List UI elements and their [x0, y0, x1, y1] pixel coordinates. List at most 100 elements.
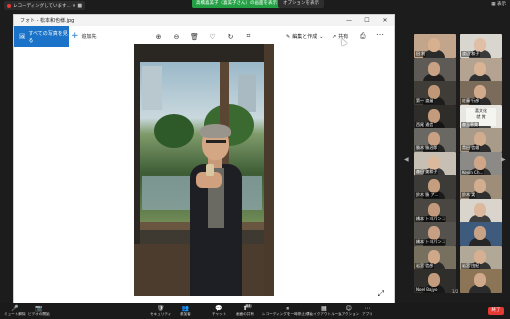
zoom-screen: レコーディングしています... ⏸ ■ 高橋喜美子（喜美子さん）の画面を表示して…	[0, 0, 510, 319]
more-icon[interactable]: ⋯	[376, 30, 384, 39]
person-glasses	[206, 140, 226, 143]
tree	[154, 114, 194, 148]
participant-name: Noel Bajyo	[415, 287, 439, 292]
participant-face	[428, 85, 440, 99]
shield-control[interactable]: 🛡 セキュリティ	[150, 305, 171, 317]
participant-tile[interactable]: 第一 渡邉	[414, 81, 456, 105]
reaction-icon: 😊	[345, 305, 352, 312]
participant-tile[interactable]	[460, 57, 502, 82]
edit-create-label: 編集と作成	[292, 34, 318, 40]
participant-name: 佐藤 行彦	[461, 98, 481, 104]
grid-icon: ▦	[491, 2, 496, 7]
participant-tile[interactable]: 岩宮 由紀	[460, 245, 502, 270]
end-meeting-button[interactable]: 終了	[488, 307, 504, 315]
breakout-icon: ▦	[321, 305, 327, 312]
participant-name: 橋本 トヨパン...	[415, 215, 447, 222]
participant-face	[428, 61, 440, 76]
video-icon: 📷	[35, 305, 43, 312]
minimize-button[interactable]: —	[340, 15, 358, 26]
participant-face	[428, 273, 440, 287]
rotate-icon[interactable]: ↻	[226, 32, 235, 41]
participant-tile[interactable]: 森田 美和子	[414, 151, 456, 176]
participant-name: 勝木 勝治郎	[415, 145, 439, 151]
participant-name: 田 利	[415, 51, 427, 57]
add-to-button[interactable]: + 追加先	[71, 26, 97, 47]
gallery-next-icon[interactable]: ▶	[501, 156, 506, 163]
control-label: リアクション	[338, 312, 360, 316]
close-button[interactable]: ✕	[376, 15, 394, 26]
photos-window: フォト - 松本和也様.jpg — ☐ ✕ 🖼 すべての写真を見る + 追加先 …	[13, 14, 395, 305]
participant-tile[interactable]	[460, 222, 502, 246]
fullscreen-icon[interactable]: ⤢	[378, 289, 384, 299]
all-photos-button[interactable]: 🖼 すべての写真を見る	[14, 26, 69, 47]
zoom-in-icon[interactable]: ⊕	[154, 32, 163, 41]
control-label: セキュリティ	[150, 312, 172, 316]
participant-tile[interactable]: Kevin Ch...	[460, 151, 502, 176]
participant-tile[interactable]: 貴田 信雄	[460, 128, 502, 152]
participant-name: 岩宮 由紀	[461, 262, 481, 269]
recording-indicator[interactable]: レコーディングしています... ⏸ ■	[4, 1, 86, 10]
participant-name: 岩宮 信彦	[415, 262, 435, 269]
plus-icon: +	[71, 31, 79, 41]
participant-tile[interactable]: 鈴木 勝 ア...	[414, 175, 456, 199]
edit-icon: ✎	[286, 33, 291, 40]
participant-tile[interactable]	[414, 57, 456, 82]
participant-face	[428, 226, 440, 240]
photos-icon: 🖼	[19, 33, 26, 40]
stop-icon[interactable]: ■	[77, 3, 82, 9]
participant-face	[428, 38, 440, 52]
edit-create-button[interactable]: ✎ 編集と作成 ⌄	[286, 26, 323, 47]
view-options-button[interactable]: オプションを表示	[278, 0, 324, 8]
participant-tile[interactable]	[460, 269, 502, 293]
apps-icon: ⋯	[364, 305, 371, 312]
participant-face	[474, 38, 486, 52]
reaction-control[interactable]: 😊 リアクション	[338, 305, 359, 317]
participant-tile[interactable]: 喜文化就 賞森玉恵美	[460, 104, 502, 129]
apps-control[interactable]: ⋯ アプリ	[362, 305, 373, 317]
pause-record-icon: ⏸	[286, 305, 290, 312]
participant-tile[interactable]: 橋本 トヨパン...	[414, 198, 456, 223]
participant-tile[interactable]: 岩宮 信彦	[414, 245, 456, 270]
maximize-button[interactable]: ☐	[358, 15, 376, 26]
participant-gallery: 田 利 渡辺 和子第一 渡邉 佐藤 行彦西尾 通信 喜文化就 賞森玉恵美勝木 勝治郎 貴…	[414, 34, 504, 296]
microphone-icon: 🎤	[11, 305, 19, 312]
gallery-prev-icon[interactable]: ◀	[404, 156, 409, 163]
participant-tile[interactable]: 橋本 トヨパン...	[414, 222, 456, 246]
share-screen-control[interactable]: ⬆ 画面の共有	[236, 305, 254, 317]
participant-face	[428, 132, 440, 146]
zoom-out-icon[interactable]: ⊖	[172, 32, 181, 41]
participant-name: 西尾 通信	[415, 121, 435, 128]
microphone-control[interactable]: 🎤 ミュート解除	[4, 305, 26, 317]
participant-face	[428, 179, 440, 193]
gallery-page-indicator: 1/2	[452, 289, 459, 294]
participant-face	[474, 179, 486, 193]
participant-name: Kevin Ch...	[461, 169, 485, 175]
participant-tile[interactable]: 鈴木 実	[460, 175, 502, 199]
participant-face	[428, 155, 440, 170]
participant-tile[interactable]: 渡辺 和子	[460, 34, 502, 58]
crop-icon[interactable]: ⌗	[244, 32, 253, 41]
layout-button[interactable]: ▦ 表示	[491, 1, 506, 7]
delete-icon[interactable]: 🗑	[190, 32, 199, 41]
chat-control[interactable]: 💬 チャット	[212, 305, 226, 317]
participant-tile[interactable]: 勝木 勝治郎	[414, 128, 456, 152]
participant-face	[474, 61, 486, 76]
control-label: チャット	[212, 312, 227, 316]
video-control[interactable]: 📷 ビデオの開始	[28, 305, 50, 317]
participants-control[interactable]: 👥 参加者	[180, 305, 191, 317]
favorite-icon[interactable]: ♡	[208, 32, 217, 41]
pause-icon[interactable]: ⏸	[73, 3, 76, 9]
participant-tile[interactable]: 佐藤 行彦	[460, 81, 502, 105]
participant-face	[474, 249, 486, 264]
window-title-bar: フォト - 松本和也様.jpg — ☐ ✕	[14, 15, 394, 26]
participant-face	[428, 249, 440, 264]
window-frame	[134, 44, 274, 62]
breakout-control[interactable]: ▦ ブレイクアウトルーム	[306, 305, 342, 317]
participant-tile[interactable]	[460, 198, 502, 223]
participant-tile[interactable]: Noel Bajyo	[414, 269, 456, 293]
participant-tile[interactable]: 田 利	[414, 34, 456, 58]
participant-tile[interactable]: 西尾 通信	[414, 104, 456, 129]
participant-face	[474, 226, 486, 240]
print-icon[interactable]: ⎙	[360, 32, 366, 41]
participant-name: 渡辺 和子	[461, 51, 481, 57]
